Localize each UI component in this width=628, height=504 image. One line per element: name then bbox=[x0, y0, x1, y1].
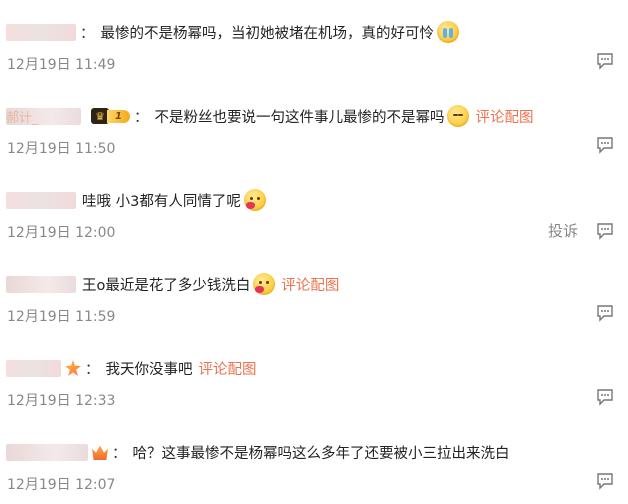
comment-timestamp: 12月19日 11:50 bbox=[7, 141, 116, 157]
comment-reply-icon[interactable] bbox=[596, 52, 614, 70]
kiss-emoji-icon bbox=[253, 273, 276, 295]
comment-text: 王o最近是花了多少钱洗白 bbox=[82, 277, 251, 294]
comment-timestamp: 12月19日 12:33 bbox=[7, 393, 116, 409]
comment-reply-icon[interactable] bbox=[596, 136, 614, 154]
comment-item: 王o最近是花了多少钱洗白 评论配图 12月19日 11:59 bbox=[0, 252, 628, 336]
fan-badge-icon[interactable] bbox=[65, 360, 81, 376]
comment-item: ： 最惨的不是杨幂吗，当初她被堵在机场，真的好可怜 12月19日 11:49 bbox=[0, 0, 628, 84]
comment-text: 不是粉丝也要说一句这件事儿最惨的不是幂吗 bbox=[154, 109, 445, 126]
crown-badge-icon[interactable] bbox=[92, 445, 108, 460]
comment-text: 最惨的不是杨幂吗，当初她被堵在机场，真的好可怜 bbox=[100, 25, 435, 42]
comment-reply-icon[interactable] bbox=[596, 388, 614, 406]
comment-timestamp: 12月19日 11:59 bbox=[7, 309, 116, 325]
comment-item: 哇哦 小3都有人同情了呢 12月19日 12:00 投诉 bbox=[0, 168, 628, 252]
comment-image-link[interactable]: 评论配图 bbox=[475, 106, 533, 127]
comment-text: 我天你没事吧 bbox=[105, 361, 193, 378]
cry-emoji-icon bbox=[437, 21, 459, 43]
comment-reply-icon[interactable] bbox=[596, 472, 614, 490]
report-button[interactable]: 投诉 bbox=[548, 220, 578, 241]
comment-text: 哈？这事最惨不是杨幂吗这么多年了还要被小三拉出来洗白 bbox=[132, 445, 510, 462]
username-blurred[interactable] bbox=[6, 359, 61, 377]
comment-timestamp: 12月19日 12:07 bbox=[7, 477, 116, 493]
comment-timestamp: 12月19日 11:49 bbox=[7, 57, 116, 73]
comment-reply-icon[interactable] bbox=[596, 222, 614, 240]
level-label: 1 bbox=[107, 109, 130, 123]
comment-image-link[interactable]: 评论配图 bbox=[199, 358, 257, 379]
comment-reply-icon[interactable] bbox=[596, 304, 614, 322]
kiss-emoji-icon bbox=[243, 189, 266, 211]
comment-timestamp: 12月19日 12:00 bbox=[7, 225, 116, 241]
comment-text: 哇哦 小3都有人同情了呢 bbox=[82, 193, 241, 210]
comment-image-link[interactable]: 评论配图 bbox=[281, 274, 339, 295]
comment-item: ： 哈？这事最惨不是杨幂吗这么多年了还要被小三拉出来洗白 12月19日 12:0… bbox=[0, 420, 628, 504]
username-blurred[interactable] bbox=[6, 275, 76, 293]
username-blurred[interactable] bbox=[6, 23, 76, 41]
vip-level-badge[interactable]: ♛ 1 bbox=[91, 108, 130, 124]
username-blurred[interactable] bbox=[6, 443, 88, 461]
username-blurred[interactable]: 郝计_ bbox=[6, 107, 81, 126]
username-blurred[interactable] bbox=[6, 191, 76, 209]
shy-emoji-icon bbox=[447, 105, 470, 127]
comment-item: ： 我天你没事吧 评论配图 12月19日 12:33 bbox=[0, 336, 628, 420]
comment-item: 郝计_ ♛ 1 ： 不是粉丝也要说一句这件事儿最惨的不是幂吗 评论配图 12月1… bbox=[0, 84, 628, 168]
